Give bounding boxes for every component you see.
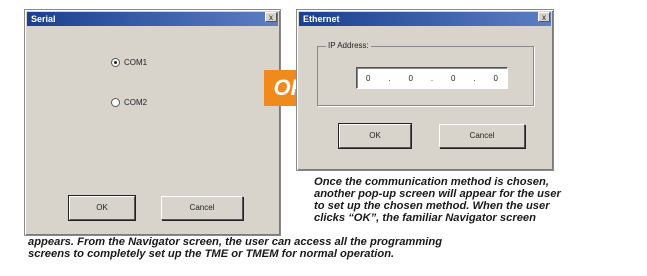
ip-address-group: IP Address: 0 . 0 . 0 . 0 [317,41,534,106]
ip-separator: . [430,73,434,83]
ip-separator: . [473,73,476,83]
close-icon: x [542,13,546,22]
serial-ok-label: OK [96,203,108,212]
ethernet-cancel-button[interactable]: Cancel [439,124,525,148]
ip-octet-4: 0 [493,73,498,83]
ethernet-dialog: Ethernet x IP Address: 0 . 0 . 0 . 0 OK … [296,9,554,171]
serial-close-button[interactable]: x [265,12,277,22]
close-icon: x [269,13,273,22]
serial-ok-button[interactable]: OK [68,195,136,221]
serial-cancel-label: Cancel [189,203,215,212]
ip-octet-1: 0 [365,73,371,83]
caption-line-6: screens to completely set up the TME or … [28,248,395,260]
ethernet-ok-button[interactable]: OK [338,123,412,149]
ethernet-ok-label: OK [369,131,381,140]
ip-separator: . [388,73,391,83]
ethernet-dialog-title: Ethernet [303,14,340,24]
serial-dialog-title: Serial [31,14,56,24]
serial-cancel-button[interactable]: Cancel [161,196,243,220]
ip-octet-2: 0 [408,73,413,83]
ethernet-close-button[interactable]: x [538,12,550,22]
ip-address-label: IP Address: [326,41,371,50]
caption-line-2: another pop-up screen will appear for th… [314,188,561,200]
ethernet-cancel-label: Cancel [469,131,495,140]
serial-dialog: Serial x COM1 COM2 OK Cancel [24,9,281,236]
radio-com1-indicator[interactable] [111,58,120,67]
caption-line-1: Once the communication method is chosen, [314,176,549,188]
radio-com1-label: COM1 [124,58,148,67]
radio-com1[interactable]: COM1 [111,58,147,67]
radio-com2-indicator[interactable] [111,98,120,107]
caption-line-5: appears. From the Navigator screen, the … [28,236,443,248]
caption-line-4: clicks “OK”, the familiar Navigator scre… [314,212,536,224]
ip-octet-3: 0 [451,73,456,83]
caption-line-3: to set up the chosen method. When the us… [314,200,550,212]
ethernet-dialog-title-bar[interactable]: Ethernet [299,12,551,26]
ip-address-field[interactable]: 0 . 0 . 0 . 0 [356,67,508,89]
serial-dialog-title-bar[interactable]: Serial [27,12,278,26]
radio-com2[interactable]: COM2 [111,98,147,107]
radio-com2-label: COM2 [124,98,148,107]
